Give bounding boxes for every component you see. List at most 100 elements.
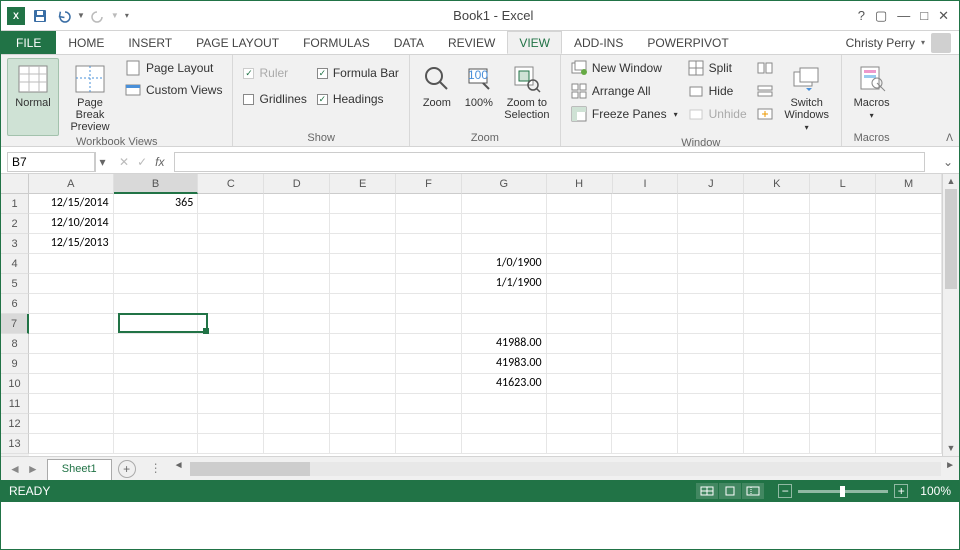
vertical-scrollbar[interactable]: ▲ ▼ <box>942 174 959 456</box>
view-side-by-side-button[interactable] <box>753 60 777 80</box>
cell[interactable] <box>396 354 462 374</box>
zoom-100-button[interactable]: 100 100% <box>460 58 498 132</box>
cell[interactable] <box>612 254 678 274</box>
tab-powerpivot[interactable]: POWERPIVOT <box>635 31 740 54</box>
cell[interactable] <box>462 214 547 234</box>
new-window-button[interactable]: New Window <box>567 58 682 78</box>
cells[interactable]: 12/15/2014365 12/10/2014 12/15/2013 1/0/… <box>29 194 942 454</box>
cell[interactable] <box>396 374 462 394</box>
cell[interactable] <box>810 414 876 434</box>
cell[interactable] <box>678 414 744 434</box>
select-all-corner[interactable] <box>1 174 29 194</box>
cell[interactable] <box>612 434 678 454</box>
cell[interactable] <box>612 314 678 334</box>
cell[interactable]: 12/15/2014 <box>29 194 114 214</box>
cell[interactable] <box>744 334 810 354</box>
cell[interactable] <box>810 334 876 354</box>
row-header[interactable]: 2 <box>1 214 29 234</box>
zoom-out-button[interactable]: − <box>778 484 792 498</box>
row-header[interactable]: 13 <box>1 434 29 454</box>
cell[interactable] <box>29 294 114 314</box>
cell[interactable] <box>678 354 744 374</box>
split-button[interactable]: Split <box>684 58 751 78</box>
cell[interactable] <box>678 254 744 274</box>
cell[interactable] <box>810 394 876 414</box>
cell[interactable] <box>114 234 199 254</box>
tab-file[interactable]: FILE <box>1 31 56 54</box>
cell[interactable] <box>264 414 330 434</box>
page-layout-button[interactable]: Page Layout <box>121 58 226 78</box>
cell[interactable] <box>198 414 264 434</box>
cell[interactable] <box>678 294 744 314</box>
cell[interactable] <box>744 314 810 334</box>
cell[interactable] <box>264 234 330 254</box>
tab-view[interactable]: VIEW <box>507 31 562 54</box>
cell[interactable] <box>198 214 264 234</box>
cell[interactable] <box>29 274 114 294</box>
cell[interactable] <box>462 434 547 454</box>
cell[interactable] <box>876 314 942 334</box>
cell[interactable] <box>612 394 678 414</box>
cell[interactable] <box>678 234 744 254</box>
cell[interactable] <box>396 234 462 254</box>
cell[interactable] <box>810 234 876 254</box>
fx-icon[interactable]: fx <box>155 155 164 169</box>
close-icon[interactable]: ✕ <box>938 8 949 24</box>
cell[interactable] <box>678 394 744 414</box>
cell[interactable] <box>547 294 613 314</box>
cell[interactable] <box>264 334 330 354</box>
cell[interactable] <box>612 354 678 374</box>
cell[interactable] <box>114 394 199 414</box>
next-sheet-icon[interactable]: ► <box>27 462 39 476</box>
cell[interactable] <box>396 294 462 314</box>
cell[interactable] <box>744 434 810 454</box>
cell[interactable] <box>678 274 744 294</box>
cell[interactable] <box>198 334 264 354</box>
cell[interactable] <box>114 214 199 234</box>
cell[interactable] <box>876 414 942 434</box>
cell[interactable]: 41623.00 <box>462 374 547 394</box>
cell[interactable] <box>744 354 810 374</box>
cell[interactable] <box>547 394 613 414</box>
cell[interactable] <box>29 374 114 394</box>
cell[interactable] <box>264 194 330 214</box>
cell[interactable] <box>744 194 810 214</box>
cell[interactable] <box>678 214 744 234</box>
formula-bar[interactable] <box>174 152 925 172</box>
scroll-thumb[interactable] <box>190 462 310 476</box>
cell[interactable] <box>744 254 810 274</box>
row-header[interactable]: 4 <box>1 254 29 274</box>
cell[interactable] <box>29 394 114 414</box>
cell[interactable] <box>396 314 462 334</box>
col-header[interactable]: L <box>810 174 876 194</box>
cell[interactable] <box>198 354 264 374</box>
cell[interactable] <box>330 194 396 214</box>
cell[interactable] <box>462 294 547 314</box>
cell[interactable] <box>612 234 678 254</box>
cell[interactable] <box>547 214 613 234</box>
col-header[interactable]: G <box>462 174 547 194</box>
cell[interactable] <box>330 254 396 274</box>
cell[interactable] <box>678 194 744 214</box>
zoom-slider[interactable] <box>798 490 888 493</box>
normal-view-shortcut[interactable] <box>696 483 718 499</box>
cell[interactable] <box>810 374 876 394</box>
cell[interactable]: 41988.00 <box>462 334 547 354</box>
gridlines-checkbox[interactable]: Gridlines <box>239 90 310 108</box>
save-button[interactable] <box>29 5 51 27</box>
cell[interactable] <box>678 374 744 394</box>
cell[interactable] <box>462 314 547 334</box>
cell[interactable] <box>876 394 942 414</box>
cell[interactable] <box>114 354 199 374</box>
cell[interactable] <box>744 414 810 434</box>
col-header[interactable]: A <box>29 174 114 194</box>
cell[interactable] <box>330 354 396 374</box>
zoom-in-button[interactable]: + <box>894 484 908 498</box>
col-header[interactable]: I <box>613 174 679 194</box>
row-header[interactable]: 7 <box>1 314 29 334</box>
cell[interactable] <box>330 334 396 354</box>
row-header[interactable]: 11 <box>1 394 29 414</box>
cell[interactable] <box>330 294 396 314</box>
cell[interactable] <box>198 374 264 394</box>
cell-selected[interactable] <box>114 314 199 334</box>
